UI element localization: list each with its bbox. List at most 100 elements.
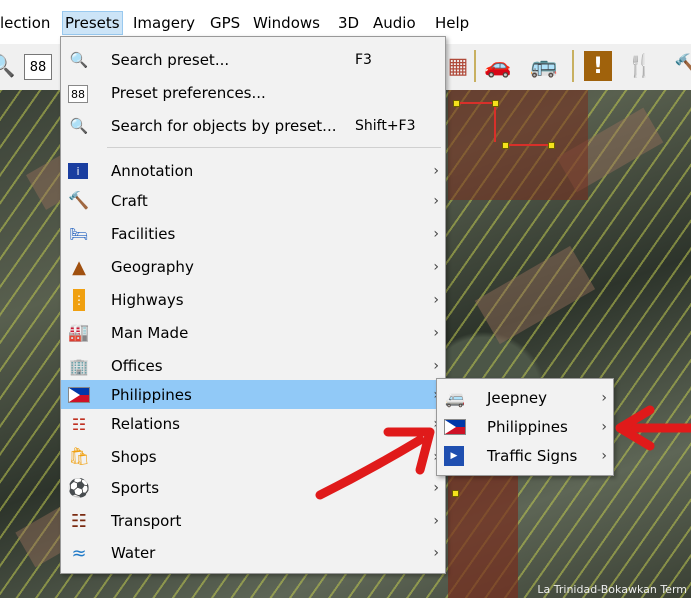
tool-icon[interactable]: 🔨 xyxy=(672,50,691,82)
menu-item-shops[interactable]: 🛍 Shops › xyxy=(61,442,445,472)
menu-item-offices[interactable]: 🏢 Offices › xyxy=(61,351,445,381)
menu-item-label: Relations xyxy=(111,415,180,433)
bus-icon[interactable]: 🚌 xyxy=(528,50,560,82)
annotation-icon: i xyxy=(68,163,88,179)
menu-item-facilities[interactable]: 🛏 Facilities › xyxy=(61,219,445,249)
search-icon[interactable]: 🔍 xyxy=(0,50,18,82)
menu-item-man-made[interactable]: 🏭 Man Made › xyxy=(61,318,445,348)
philippines-submenu: 🚐 Jeepney › Philippines › ▶ Traffic Sign… xyxy=(436,378,614,476)
chevron-right-icon: › xyxy=(433,193,439,209)
menu-item-label: Search for objects by preset... xyxy=(111,117,337,135)
search-objects-icon: 🔍 xyxy=(69,117,89,135)
menu-item-water[interactable]: ≈ Water › xyxy=(61,538,445,568)
shops-icon: 🛍 xyxy=(68,447,90,467)
submenu-item-jeepney[interactable]: 🚐 Jeepney › xyxy=(437,383,613,413)
menu-item-highways[interactable]: ⋮ Highways › xyxy=(61,285,445,315)
chevron-right-icon: › xyxy=(601,390,607,406)
menu-item-label: Man Made xyxy=(111,324,189,342)
map-building xyxy=(474,245,596,345)
submenu-item-label: Jeepney xyxy=(487,389,548,407)
sports-icon: ⚽ xyxy=(67,477,91,499)
menu-item-transport[interactable]: ☷ Transport › xyxy=(61,506,445,536)
menu-item-label: Facilities xyxy=(111,225,176,243)
map-node[interactable] xyxy=(452,490,459,497)
menu-item-preset-preferences[interactable]: 88 Preset preferences... xyxy=(61,78,445,108)
map-way[interactable] xyxy=(494,102,496,142)
menu-audio[interactable]: Audio xyxy=(373,13,416,33)
submenu-item-traffic-signs[interactable]: ▶ Traffic Signs › xyxy=(437,441,613,471)
preferences-icon: 88 xyxy=(68,85,88,103)
menu-item-label: Philippines xyxy=(111,385,192,404)
map-node[interactable] xyxy=(548,142,555,149)
map-node[interactable] xyxy=(492,100,499,107)
menu-help[interactable]: Help xyxy=(435,13,469,33)
menu-item-philippines[interactable]: Philippines › xyxy=(61,380,445,409)
chevron-right-icon: › xyxy=(433,292,439,308)
menu-item-sports[interactable]: ⚽ Sports › xyxy=(61,473,445,503)
warning-icon[interactable]: ! xyxy=(584,51,612,81)
chevron-right-icon: › xyxy=(433,226,439,242)
menu-windows[interactable]: Windows xyxy=(253,13,320,33)
man-made-icon: 🏭 xyxy=(68,323,90,343)
menu-item-geography[interactable]: ▲ Geography › xyxy=(61,252,445,282)
philippines-flag-icon xyxy=(444,416,466,438)
building-icon[interactable]: ▦ xyxy=(442,50,474,82)
chevron-right-icon: › xyxy=(601,419,607,435)
menu-item-annotation[interactable]: i Annotation › xyxy=(61,156,445,186)
chevron-right-icon: › xyxy=(433,358,439,374)
relations-icon: ☷ xyxy=(71,414,87,434)
map-node[interactable] xyxy=(453,100,460,107)
menu-item-craft[interactable]: 🔨 Craft › xyxy=(61,186,445,216)
preset-prefs-icon[interactable]: 88 xyxy=(24,54,52,80)
menu-item-shortcut: F3 xyxy=(355,52,372,68)
highways-icon: ⋮ xyxy=(73,289,85,311)
menu-presets[interactable]: Presets xyxy=(62,11,123,35)
menu-item-label: Highways xyxy=(111,291,184,309)
facilities-icon: 🛏 xyxy=(69,225,89,243)
map-way[interactable] xyxy=(455,102,495,104)
menu-item-label: Search preset... xyxy=(111,51,230,69)
chevron-right-icon: › xyxy=(601,448,607,464)
geography-icon: ▲ xyxy=(72,256,86,278)
map-way[interactable] xyxy=(504,144,550,146)
menu-imagery[interactable]: Imagery xyxy=(133,13,195,33)
jeepney-icon: 🚐 xyxy=(445,388,465,408)
chevron-right-icon: › xyxy=(433,513,439,529)
chevron-right-icon: › xyxy=(433,163,439,179)
menu-item-shortcut: Shift+F3 xyxy=(355,118,416,134)
map-place-label: La Trinidad-Bokawkan Term xyxy=(537,583,687,596)
toolbar-separator xyxy=(474,50,476,82)
menu-selection[interactable]: lection xyxy=(0,13,50,33)
chevron-right-icon: › xyxy=(433,545,439,561)
menu-item-label: Craft xyxy=(111,192,148,210)
restaurant-icon[interactable]: 🍴 xyxy=(624,50,656,82)
menu-gps[interactable]: GPS xyxy=(210,13,240,33)
chevron-right-icon: › xyxy=(433,325,439,341)
menu-3d[interactable]: 3D xyxy=(338,13,359,33)
submenu-item-label: Philippines xyxy=(487,418,568,436)
philippines-flag-icon xyxy=(68,384,90,406)
craft-icon: 🔨 xyxy=(68,191,90,211)
menu-item-label: Preset preferences... xyxy=(111,84,266,102)
menu-item-label: Annotation xyxy=(111,162,194,180)
offices-icon: 🏢 xyxy=(69,356,89,376)
car-icon[interactable]: 🚗 xyxy=(482,50,514,82)
traffic-signs-icon: ▶ xyxy=(444,446,464,466)
map-node[interactable] xyxy=(502,142,509,149)
search-icon: 🔍 xyxy=(69,51,89,69)
transport-icon: ☷ xyxy=(70,510,88,532)
submenu-item-label: Traffic Signs xyxy=(487,447,578,465)
water-icon: ≈ xyxy=(71,542,87,564)
menu-item-search-preset[interactable]: 🔍 Search preset... F3 xyxy=(61,45,445,75)
submenu-item-philippines[interactable]: Philippines › xyxy=(437,412,613,442)
menu-item-label: Geography xyxy=(111,258,194,276)
menu-item-label: Shops xyxy=(111,448,157,466)
menu-item-search-objects[interactable]: 🔍 Search for objects by preset... Shift+… xyxy=(61,111,445,141)
chevron-right-icon: › xyxy=(433,259,439,275)
menu-item-label: Transport xyxy=(111,512,182,530)
menu-separator xyxy=(107,147,441,148)
presets-menu: 🔍 Search preset... F3 88 Preset preferen… xyxy=(60,36,446,574)
menu-item-label: Sports xyxy=(111,479,160,497)
chevron-right-icon: › xyxy=(433,480,439,496)
menu-item-relations[interactable]: ☷ Relations › xyxy=(61,409,445,439)
